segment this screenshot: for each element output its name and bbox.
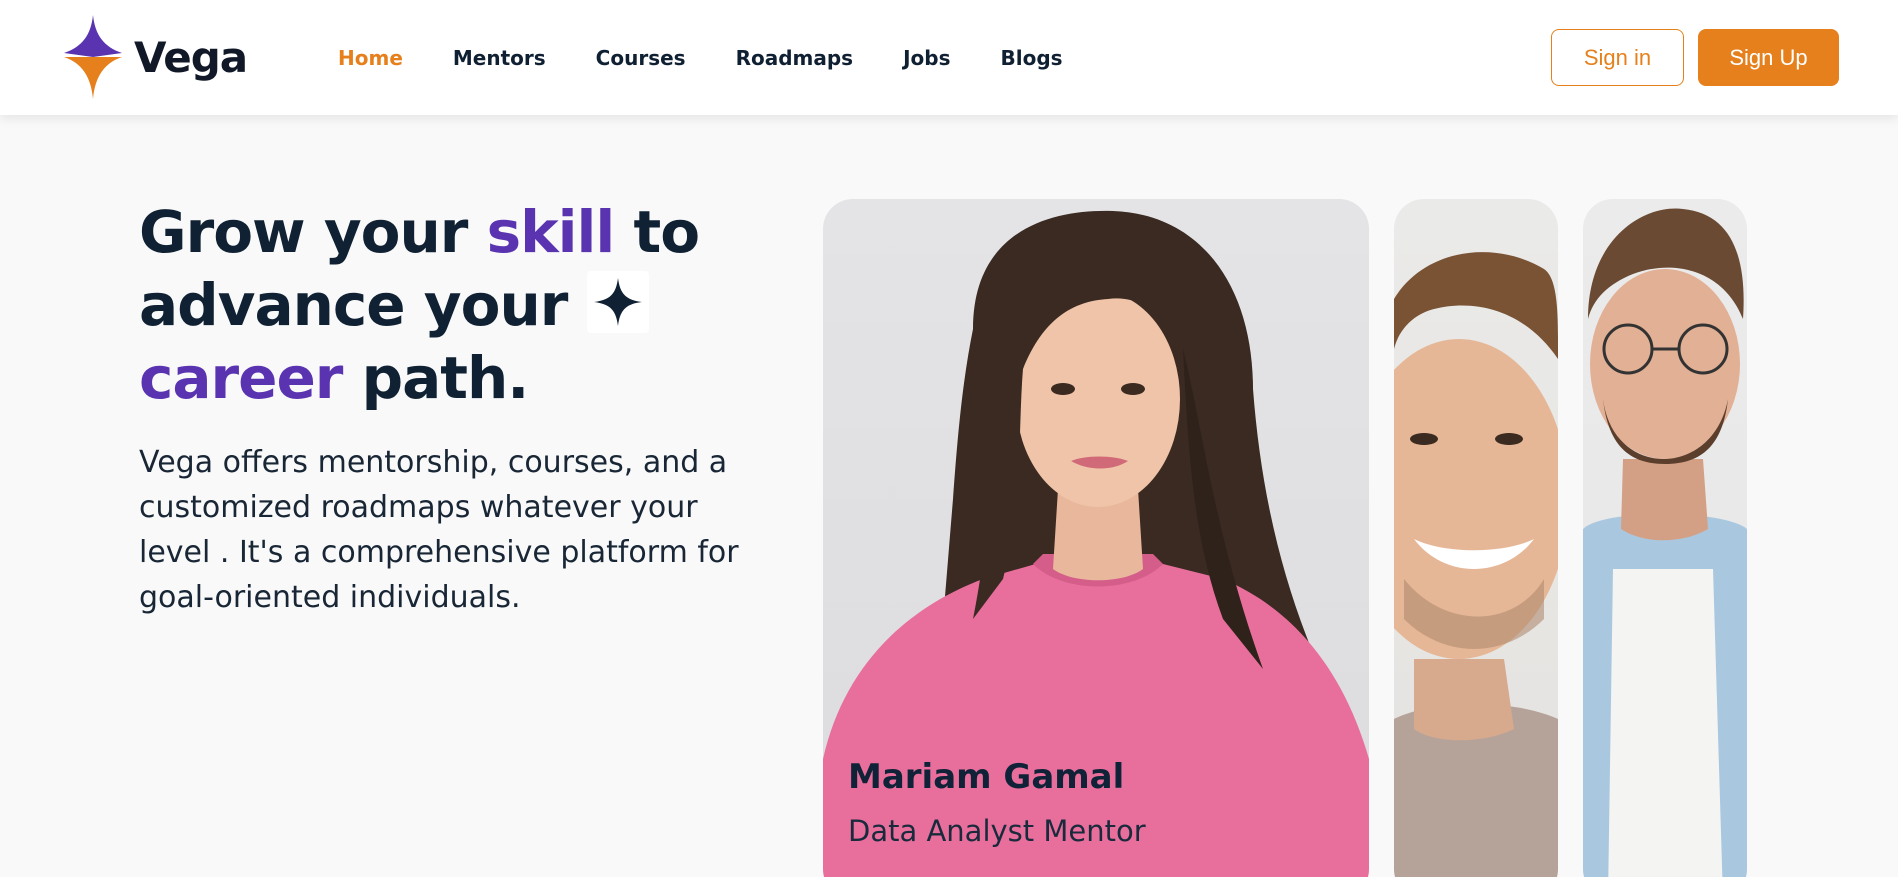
hero-title-part-1: Grow your <box>139 198 487 266</box>
hero-title-skill: skill <box>486 198 616 266</box>
mentor-name: Mariam Gamal <box>848 757 1125 797</box>
four-point-star-logo-icon <box>64 15 122 99</box>
mentor-photo <box>1394 252 1558 877</box>
mentor-card-2[interactable] <box>1394 199 1558 877</box>
nav-roadmaps[interactable]: Roadmaps <box>736 46 854 70</box>
nav-mentors[interactable]: Mentors <box>453 46 546 70</box>
sparkle-icon <box>586 271 649 333</box>
site-header: Vega Home Mentors Courses Roadmaps Jobs … <box>0 0 1898 115</box>
sign-up-button[interactable]: Sign Up <box>1698 29 1839 86</box>
hero-title-part-3: path. <box>342 344 530 412</box>
hero-description: Vega offers mentorship, courses, and a c… <box>139 445 739 615</box>
hero-title-career: career <box>139 344 343 412</box>
nav-courses[interactable]: Courses <box>596 46 686 70</box>
brand-name: Vega <box>134 32 248 82</box>
mentor-photo <box>1583 208 1747 877</box>
mentor-role: Data Analyst Mentor <box>848 814 1146 848</box>
logo[interactable]: Vega <box>60 15 248 99</box>
nav-home[interactable]: Home <box>338 46 403 70</box>
nav-blogs[interactable]: Blogs <box>1001 46 1063 70</box>
mentor-card-featured[interactable]: Mariam Gamal Data Analyst Mentor <box>823 199 1369 877</box>
main-nav: Home Mentors Courses Roadmaps Jobs Blogs <box>338 0 1063 115</box>
sign-in-button[interactable]: Sign in <box>1551 29 1684 86</box>
hero-title: Grow your skill to advance your career p… <box>139 196 739 415</box>
nav-jobs[interactable]: Jobs <box>903 46 950 70</box>
mentor-card-3[interactable] <box>1583 199 1747 877</box>
